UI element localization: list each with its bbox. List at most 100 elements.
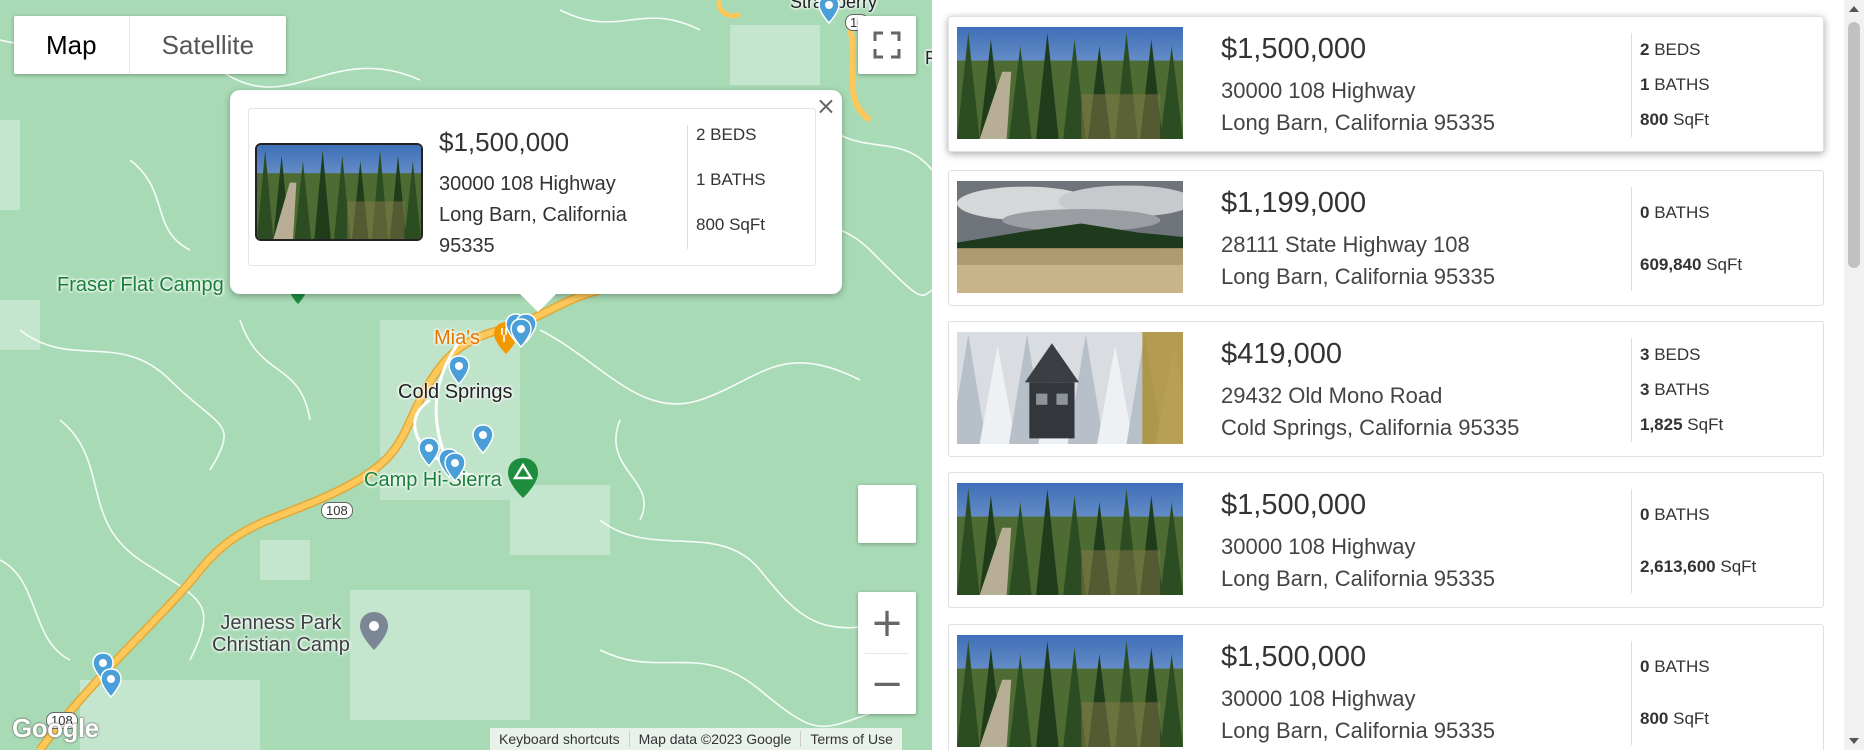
- scrollbar[interactable]: [1844, 0, 1864, 750]
- listing-spec: 1 BATHS: [1640, 75, 1710, 95]
- listing-address-line1: 29432 Old Mono Road: [1221, 383, 1443, 408]
- listing-price: $1,500,000: [1221, 641, 1367, 673]
- spec-value: 800: [1640, 109, 1669, 129]
- zoom-in-button[interactable]: +: [858, 593, 916, 653]
- listing-card[interactable]: $1,500,000 30000 108 Highway Long Barn, …: [948, 624, 1824, 750]
- listing-specs: 2 BEDS 1 BATHS 800 SqFt: [687, 125, 766, 249]
- spec-unit: SqFt: [1706, 255, 1743, 274]
- map-attribution: Keyboard shortcuts Map data ©2023 Google…: [490, 728, 902, 750]
- listing-spec: 609,840 SqFt: [1640, 255, 1742, 275]
- spec-unit: BEDS: [1654, 40, 1701, 60]
- listing-address: 30000 108 Highway Long Barn, California …: [439, 169, 669, 262]
- listing-spec: 0 BATHS: [1640, 505, 1756, 525]
- spec-unit: BATHS: [1654, 657, 1710, 676]
- listing-photo[interactable]: [255, 143, 423, 241]
- info-window: × $1,500,000 30000 108 Highway Long Barn…: [230, 90, 842, 312]
- property-pin-icon[interactable]: [510, 318, 532, 348]
- listing-specs: 3 BEDS 3 BATHS 1,825 SqFt: [1631, 338, 1723, 442]
- scroll-down-arrow[interactable]: [1849, 738, 1859, 744]
- property-pin-icon[interactable]: [472, 424, 494, 454]
- spec-value: 3: [1640, 379, 1650, 399]
- listing-photo[interactable]: [957, 483, 1183, 595]
- map-type-control: Map Satellite: [14, 16, 287, 74]
- forest-road-image: [957, 635, 1183, 747]
- place-label-jenness-line2: Christian Camp: [212, 634, 350, 656]
- spec-value: 0: [1640, 203, 1650, 222]
- place-label-jenness: Jenness Park Christian Camp: [212, 612, 350, 656]
- spec-unit: BATHS: [1654, 379, 1710, 399]
- listing-spec: 800 SqFt: [1640, 709, 1710, 729]
- listing-specs: 0 BATHS 609,840 SqFt: [1631, 187, 1742, 291]
- listing-address-line1: 30000 108 Highway: [1221, 78, 1416, 103]
- listing-price: $1,199,000: [1221, 187, 1367, 219]
- baths-count: 1 BATHS: [696, 170, 766, 189]
- listing-card[interactable]: $1,500,000 30000 108 Highway Long Barn, …: [948, 16, 1824, 152]
- listing-price: $1,500,000: [1221, 489, 1367, 521]
- listing-address-line2: Long Barn, California 95335: [1221, 566, 1495, 591]
- spec-value: 0: [1640, 505, 1650, 524]
- listing-photo[interactable]: [957, 181, 1183, 293]
- property-pin-icon[interactable]: [100, 668, 122, 698]
- fullscreen-icon: [873, 31, 901, 59]
- google-logo[interactable]: Google: [12, 713, 99, 744]
- keyboard-shortcuts-link[interactable]: Keyboard shortcuts: [490, 731, 629, 747]
- property-pin-icon[interactable]: [418, 437, 440, 467]
- listing-card[interactable]: $1,199,000 28111 State Highway 108 Long …: [948, 170, 1824, 306]
- place-label-mias: Mia's: [434, 327, 481, 349]
- listing-address-line1: 30000 108 Highway: [1221, 534, 1416, 559]
- terms-link[interactable]: Terms of Use: [800, 731, 901, 747]
- zoom-out-button[interactable]: −: [858, 654, 916, 714]
- property-pin-icon[interactable]: [444, 452, 466, 482]
- campground-icon[interactable]: [508, 458, 538, 498]
- map-type-map-button[interactable]: Map: [14, 16, 130, 74]
- spec-unit: SqFt: [1687, 414, 1724, 434]
- listing-card[interactable]: $1,500,000 30000 108 Highway Long Barn, …: [948, 472, 1824, 608]
- scrollbar-thumb[interactable]: [1848, 22, 1860, 268]
- place-icon[interactable]: [360, 612, 388, 650]
- forest-road-image: [957, 27, 1183, 139]
- listing-address-line2: Long Barn, California 95335: [1221, 718, 1495, 743]
- spec-value: 609,840: [1640, 255, 1702, 274]
- spec-value: 2: [1640, 40, 1650, 60]
- map[interactable]: Fraser Flat Campg Mia's Cold Springs Cam…: [0, 0, 932, 750]
- spec-value: 800: [1640, 709, 1669, 728]
- listing-price: $1,500,000: [439, 127, 570, 157]
- close-icon[interactable]: ×: [816, 92, 836, 120]
- listing-photo[interactable]: [957, 332, 1183, 444]
- info-window-card[interactable]: $1,500,000 30000 108 Highway Long Barn, …: [248, 108, 816, 266]
- place-label-jenness-line1: Jenness Park: [220, 612, 342, 634]
- fullscreen-button[interactable]: [858, 16, 916, 74]
- listing-spec: 0 BATHS: [1640, 203, 1742, 223]
- street-view-button[interactable]: [858, 485, 916, 543]
- listing-specs: 0 BATHS 800 SqFt: [1631, 641, 1710, 745]
- listing-address-line1: 28111 State Highway 108: [1221, 232, 1470, 257]
- listing-photo[interactable]: [957, 635, 1183, 747]
- spec-value: 1: [1640, 74, 1650, 94]
- listing-spec: 800 SqFt: [1640, 110, 1710, 130]
- place-label-partial-right: P: [925, 48, 932, 68]
- property-pin-icon[interactable]: [818, 0, 840, 24]
- listing-address: 28111 State Highway 108 Long Barn, Calif…: [1221, 229, 1495, 293]
- listings-panel: $1,500,000 30000 108 Highway Long Barn, …: [932, 0, 1844, 750]
- property-pin-icon[interactable]: [448, 355, 470, 385]
- place-label-fraser: Fraser Flat Campg: [57, 274, 224, 296]
- listing-spec: 3 BEDS: [1640, 345, 1723, 365]
- listing-address: 30000 108 Highway Long Barn, California …: [1221, 683, 1495, 747]
- listing-spec: 0 BATHS: [1640, 657, 1710, 677]
- scroll-up-arrow[interactable]: [1849, 6, 1859, 12]
- spec-unit: SqFt: [1720, 557, 1757, 576]
- listing-address: 29432 Old Mono Road Cold Springs, Califo…: [1221, 380, 1519, 444]
- listing-address-line2: Long Barn, California 95335: [1221, 264, 1495, 289]
- listing-photo[interactable]: [957, 27, 1183, 139]
- cloudy-field-image: [957, 181, 1183, 293]
- listing-address-line1: 30000 108 Highway: [439, 173, 616, 195]
- listing-spec: 2 BEDS: [1640, 40, 1710, 60]
- listing-specs: 2 BEDS 1 BATHS 800 SqFt: [1631, 33, 1710, 137]
- spec-value: 3: [1640, 345, 1650, 365]
- map-data-text: Map data ©2023 Google: [628, 731, 801, 747]
- zoom-control: + −: [858, 592, 916, 714]
- forest-road-image: [957, 483, 1183, 595]
- listing-card[interactable]: $419,000 29432 Old Mono Road Cold Spring…: [948, 321, 1824, 457]
- listing-address-line1: 30000 108 Highway: [1221, 686, 1416, 711]
- map-type-satellite-button[interactable]: Satellite: [130, 16, 287, 74]
